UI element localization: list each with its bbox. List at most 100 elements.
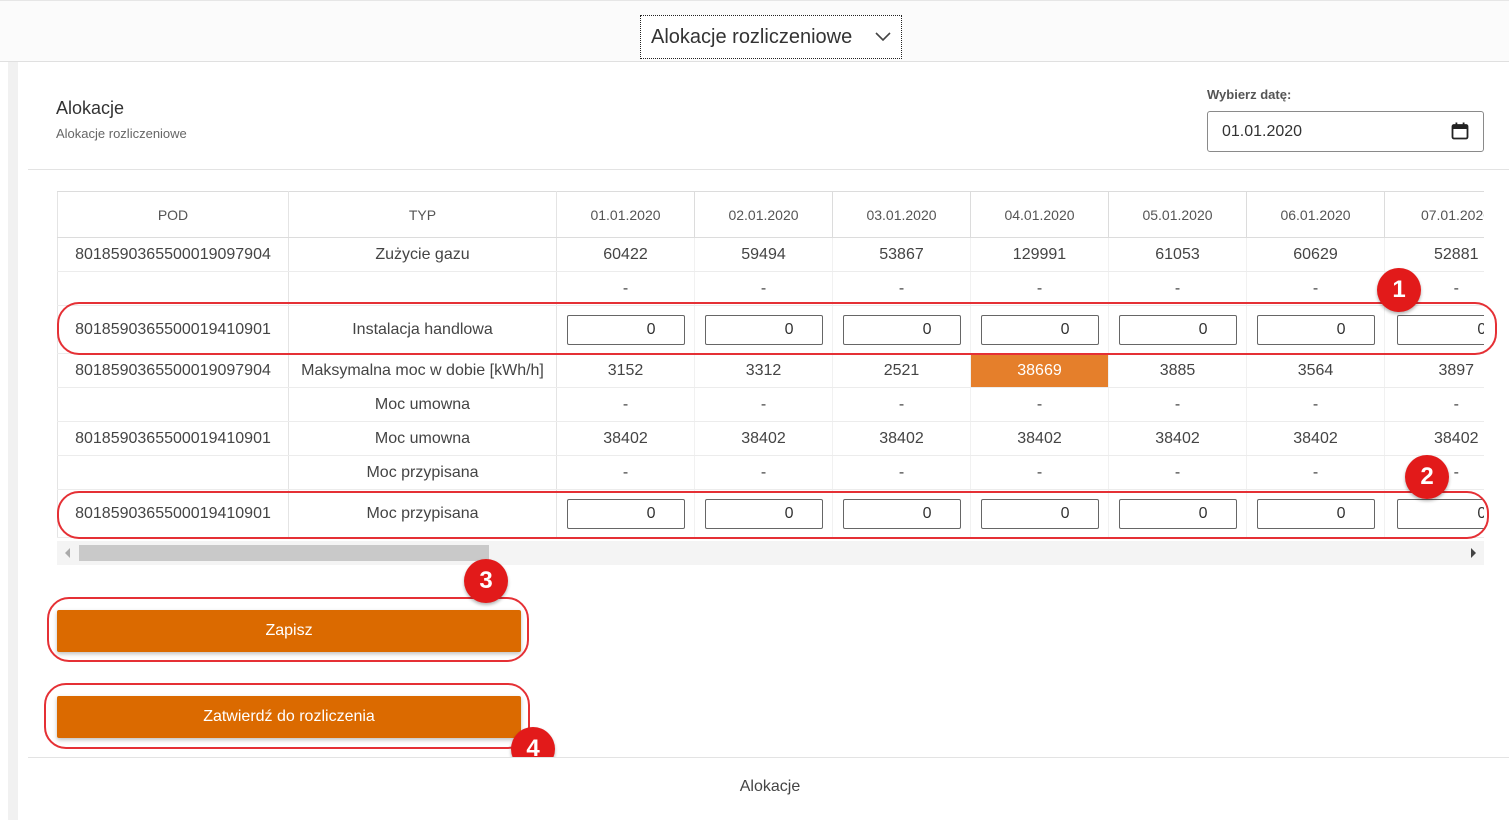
table-row: 8018590365500019097904 Zużycie gazu 60422 5… — [57, 237, 1484, 272]
cell-value: 61053 — [1108, 237, 1247, 272]
column-header-date: 03.01.2020 — [832, 191, 971, 238]
allocation-value-input[interactable]: 0 — [566, 498, 685, 529]
cell-input-container: 0 — [556, 305, 695, 354]
cell-pod: 8018590365500019410901 — [57, 305, 289, 354]
cell-typ: Instalacja handlowa — [288, 305, 557, 354]
cell-value: 52881 — [1384, 237, 1484, 272]
allocation-value-input[interactable]: 0 — [1118, 314, 1237, 345]
cell-input-container: 0 — [1246, 305, 1385, 354]
scroll-left-icon[interactable] — [65, 548, 70, 558]
annotation-badge-2: 2 — [1405, 455, 1449, 499]
allocation-value-input[interactable]: 0 — [1118, 498, 1237, 529]
view-selector-label: Alokacje rozliczeniowe — [651, 25, 853, 48]
page-subtitle: Alokacje rozliczeniowe — [56, 126, 187, 141]
allocations-table: POD TYP 01.01.2020 02.01.2020 03.01.2020 04.0… — [57, 191, 1484, 538]
cell-value: 38402 — [1384, 421, 1484, 456]
scroll-right-icon[interactable] — [1471, 548, 1476, 558]
column-header-date: 06.01.2020 — [1246, 191, 1385, 238]
allocation-value-input[interactable]: 0 — [704, 314, 823, 345]
cell-pod — [57, 455, 289, 490]
allocation-value-input[interactable]: 0 — [1256, 498, 1375, 529]
cell-typ: Moc umowna — [288, 421, 557, 456]
cell-input-container: 0 — [970, 305, 1109, 354]
cell-input-container: 0 — [1108, 489, 1247, 538]
date-label: Wybierz datę: — [1207, 87, 1292, 102]
cell-typ: Moc przypisana — [288, 455, 557, 490]
column-header-date: 04.01.2020 — [970, 191, 1109, 238]
cell-typ: Moc umowna — [288, 387, 557, 422]
cell-value: - — [694, 271, 833, 306]
cell-value: 38402 — [556, 421, 695, 456]
cell-pod: 8018590365500019410901 — [57, 489, 289, 538]
scroll-thumb[interactable] — [79, 545, 489, 561]
card-header: Alokacje Alokacje rozliczeniowe Wybierz … — [28, 68, 1509, 170]
cell-value: 38402 — [1108, 421, 1247, 456]
cell-value: - — [1108, 271, 1247, 306]
allocation-value-input[interactable]: 0 — [1256, 314, 1375, 345]
column-header-typ: TYP — [288, 191, 557, 238]
cell-value: 38402 — [1246, 421, 1385, 456]
cell-value: - — [970, 271, 1109, 306]
cell-value: - — [694, 387, 833, 422]
column-header-date: 02.01.2020 — [694, 191, 833, 238]
cell-value: 53867 — [832, 237, 971, 272]
allocation-value-input[interactable]: 0 — [1397, 498, 1484, 529]
table-row: Moc umowna - - - - - - - — [57, 387, 1484, 422]
table-row: Moc przypisana - - - - - - - — [57, 455, 1484, 490]
date-picker-input[interactable]: 01.01.2020 — [1207, 111, 1484, 152]
column-header-date: 07.01.2020 — [1384, 191, 1484, 238]
allocation-value-input[interactable]: 0 — [566, 314, 685, 345]
cell-value: - — [556, 271, 695, 306]
confirm-settlement-button[interactable]: Zatwierdź do rozliczenia — [57, 696, 521, 738]
cell-pod — [57, 387, 289, 422]
chevron-down-icon — [875, 32, 891, 42]
cell-pod: 8018590365500019097904 — [57, 353, 289, 388]
cell-value: 38402 — [832, 421, 971, 456]
cell-pod: 8018590365500019097904 — [57, 237, 289, 272]
allocation-value-input[interactable]: 0 — [842, 314, 961, 345]
cell-value: 3312 — [694, 353, 833, 388]
column-header-pod: POD — [57, 191, 289, 238]
table-row: 8018590365500019410901 Moc przypisana 0 0 0 0… — [57, 489, 1484, 538]
cell-value: 38402 — [970, 421, 1109, 456]
cell-input-container: 0 — [1108, 305, 1247, 354]
cell-value: - — [1246, 387, 1385, 422]
cell-input-container: 0 — [1384, 305, 1484, 354]
column-header-date: 05.01.2020 — [1108, 191, 1247, 238]
cell-typ — [288, 271, 557, 306]
table-header-row: POD TYP 01.01.2020 02.01.2020 03.01.2020 04.0… — [57, 191, 1484, 238]
allocation-value-input[interactable]: 0 — [1397, 314, 1484, 345]
left-rail — [8, 62, 18, 820]
cell-input-container: 0 — [1246, 489, 1385, 538]
allocation-value-input[interactable]: 0 — [842, 498, 961, 529]
annotation-badge-3: 3 — [464, 559, 508, 603]
table-row: 8018590365500019410901 Instalacja handlow… — [57, 305, 1484, 354]
cell-value: - — [1246, 271, 1385, 306]
allocation-value-input[interactable]: 0 — [980, 314, 1099, 345]
table-row: 8018590365500019410901 Moc umowna 38402 384… — [57, 421, 1484, 456]
allocation-value-input[interactable]: 0 — [980, 498, 1099, 529]
column-header-date: 01.01.2020 — [556, 191, 695, 238]
cell-pod: 8018590365500019410901 — [57, 421, 289, 456]
cell-typ: Zużycie gazu — [288, 237, 557, 272]
top-bar: Alokacje rozliczeniowe — [0, 0, 1509, 62]
cell-value: 38402 — [694, 421, 833, 456]
cell-input-container: 0 — [694, 305, 833, 354]
cell-value: - — [970, 455, 1109, 490]
table-row: 8018590365500019097904 Maksymalna moc w d… — [57, 353, 1484, 388]
cell-value: - — [832, 271, 971, 306]
cell-value: 3897 — [1384, 353, 1484, 388]
horizontal-scrollbar[interactable] — [57, 541, 1484, 565]
cell-typ: Moc przypisana — [288, 489, 557, 538]
view-selector-dropdown[interactable]: Alokacje rozliczeniowe — [640, 15, 902, 59]
cell-input-container: 0 — [970, 489, 1109, 538]
allocation-value-input[interactable]: 0 — [704, 498, 823, 529]
cell-value: - — [1384, 387, 1484, 422]
cell-input-container: 0 — [556, 489, 695, 538]
table-row: ------- — [57, 271, 1484, 306]
cell-value: - — [1108, 455, 1247, 490]
cell-value: - — [694, 455, 833, 490]
cell-value: 2521 — [832, 353, 971, 388]
calendar-icon[interactable] — [1451, 122, 1469, 140]
save-button[interactable]: Zapisz — [57, 610, 521, 652]
